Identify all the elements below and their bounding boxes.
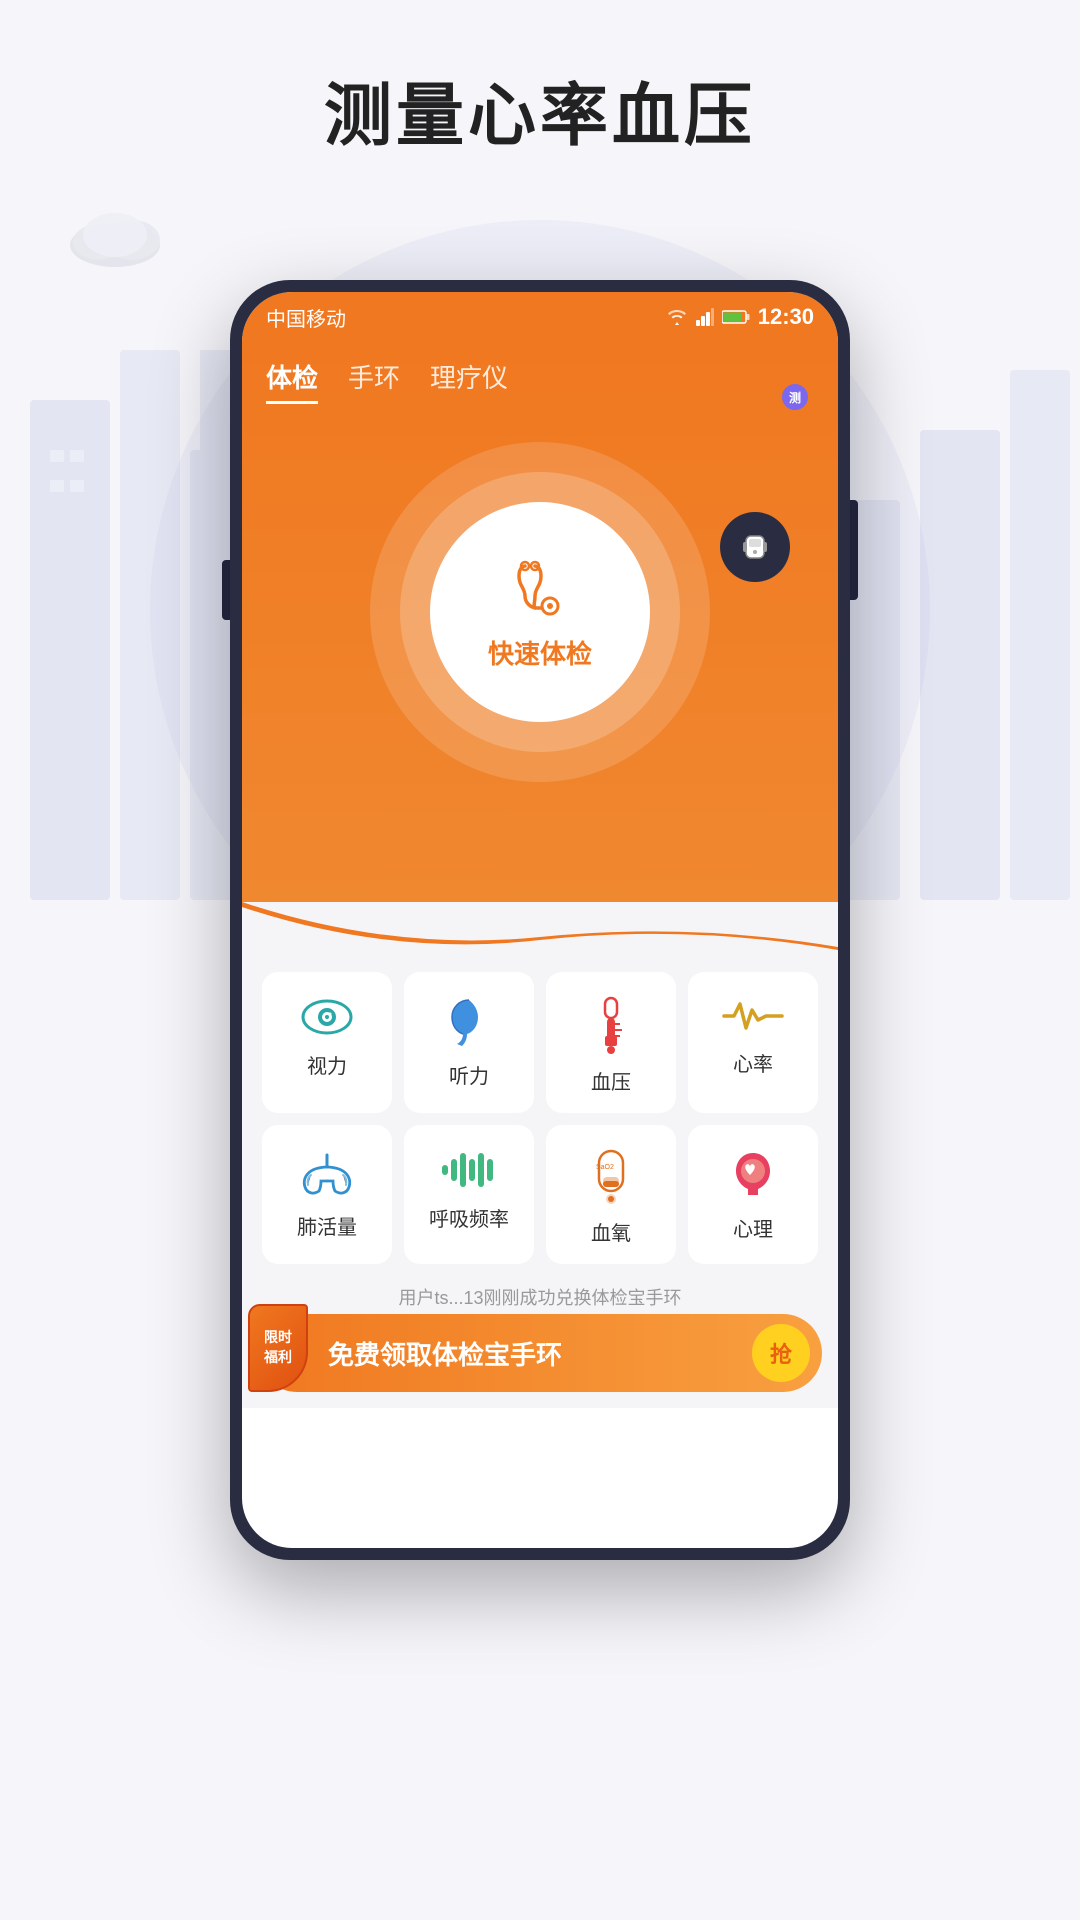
status-bar: 中国移动 <box>242 292 838 342</box>
breath-item[interactable]: 呼吸频率 <box>404 1125 534 1264</box>
grab-button[interactable]: 抢 <box>752 1324 810 1382</box>
spo2-icon: SaO2 <box>589 1149 633 1205</box>
quick-checkup-button[interactable]: 快速体检 <box>430 502 650 722</box>
phone-wrapper: 中国移动 <box>230 280 850 1560</box>
center-action-area: 快速体检 <box>266 412 814 782</box>
tab-physical[interactable]: 体检 <box>266 358 318 404</box>
notification-text: 用户ts...13刚刚成功兑换体检宝手环 <box>398 1288 681 1308</box>
tab-bracelet[interactable]: 手环 <box>348 358 400 404</box>
limited-badge: 限时福利 <box>248 1304 308 1392</box>
heartrate-icon <box>722 996 784 1036</box>
band-button[interactable] <box>720 512 790 582</box>
phone-screen: 中国移动 <box>242 292 838 1548</box>
mental-icon <box>728 1149 778 1201</box>
center-button-label: 快速体检 <box>488 634 592 671</box>
health-grid-row2: 肺活量 呼吸频率 <box>262 1125 818 1264</box>
bp-label: 血压 <box>591 1066 631 1095</box>
band-icon <box>736 528 774 566</box>
hearing-icon <box>447 996 491 1048</box>
inner-ring: 快速体检 <box>400 472 680 752</box>
carrier-label: 中国移动 <box>266 303 346 332</box>
mental-item[interactable]: 心理 <box>688 1125 818 1264</box>
outer-ring: 快速体检 <box>370 442 710 782</box>
main-title: 测量心率血压 <box>0 60 1080 159</box>
lung-icon <box>299 1149 355 1199</box>
heartrate-label: 心率 <box>733 1048 773 1077</box>
svg-text:SaO2: SaO2 <box>596 1164 614 1171</box>
tab-bar: 体检 手环 理疗仪 <box>266 342 814 412</box>
wave-svg <box>242 902 838 952</box>
vision-item[interactable]: 视力 <box>262 972 392 1113</box>
band-badge: 测 <box>782 384 808 410</box>
status-time: 12:30 <box>758 304 814 330</box>
health-grid-row1: 视力 听力 <box>262 972 818 1113</box>
bottom-banner-wrapper[interactable]: 限时福利 免费领取体检宝手环 抢 <box>242 1314 838 1408</box>
status-icons: 12:30 <box>666 304 814 330</box>
battery-icon <box>722 309 750 325</box>
bottom-banner[interactable]: 限时福利 免费领取体检宝手环 抢 <box>258 1314 822 1392</box>
lung-item[interactable]: 肺活量 <box>262 1125 392 1264</box>
cloud-decoration <box>60 200 180 275</box>
phone-frame: 中国移动 <box>230 280 850 1560</box>
header-area: 体检 手环 理疗仪 <box>242 342 838 902</box>
wave-divider <box>242 902 838 952</box>
lung-label: 肺活量 <box>297 1211 357 1240</box>
limited-label: 限时福利 <box>264 1328 292 1367</box>
hearing-label: 听力 <box>449 1060 489 1089</box>
vision-icon <box>301 996 353 1038</box>
bp-icon <box>594 996 628 1054</box>
tab-therapy[interactable]: 理疗仪 <box>430 358 508 404</box>
vision-label: 视力 <box>307 1050 347 1079</box>
grab-label: 抢 <box>770 1337 792 1369</box>
stethoscope-icon <box>505 554 575 624</box>
spo2-label: 血氧 <box>591 1217 631 1246</box>
spo2-item[interactable]: SaO2 血氧 <box>546 1125 676 1264</box>
hearing-item[interactable]: 听力 <box>404 972 534 1113</box>
page-title-area: 测量心率血压 <box>0 60 1080 159</box>
breath-label: 呼吸频率 <box>429 1203 509 1232</box>
heartrate-item[interactable]: 心率 <box>688 972 818 1113</box>
bottom-spacer <box>242 1392 838 1408</box>
signal-icon <box>696 308 714 326</box>
wifi-icon <box>666 308 688 326</box>
notification-area: 用户ts...13刚刚成功兑换体检宝手环 <box>262 1276 818 1314</box>
content-area: 视力 听力 <box>242 952 838 1314</box>
banner-main-text: 免费领取体检宝手环 <box>328 1335 752 1372</box>
bp-item[interactable]: 血压 <box>546 972 676 1113</box>
mental-label: 心理 <box>733 1213 773 1242</box>
breath-icon <box>438 1149 500 1191</box>
